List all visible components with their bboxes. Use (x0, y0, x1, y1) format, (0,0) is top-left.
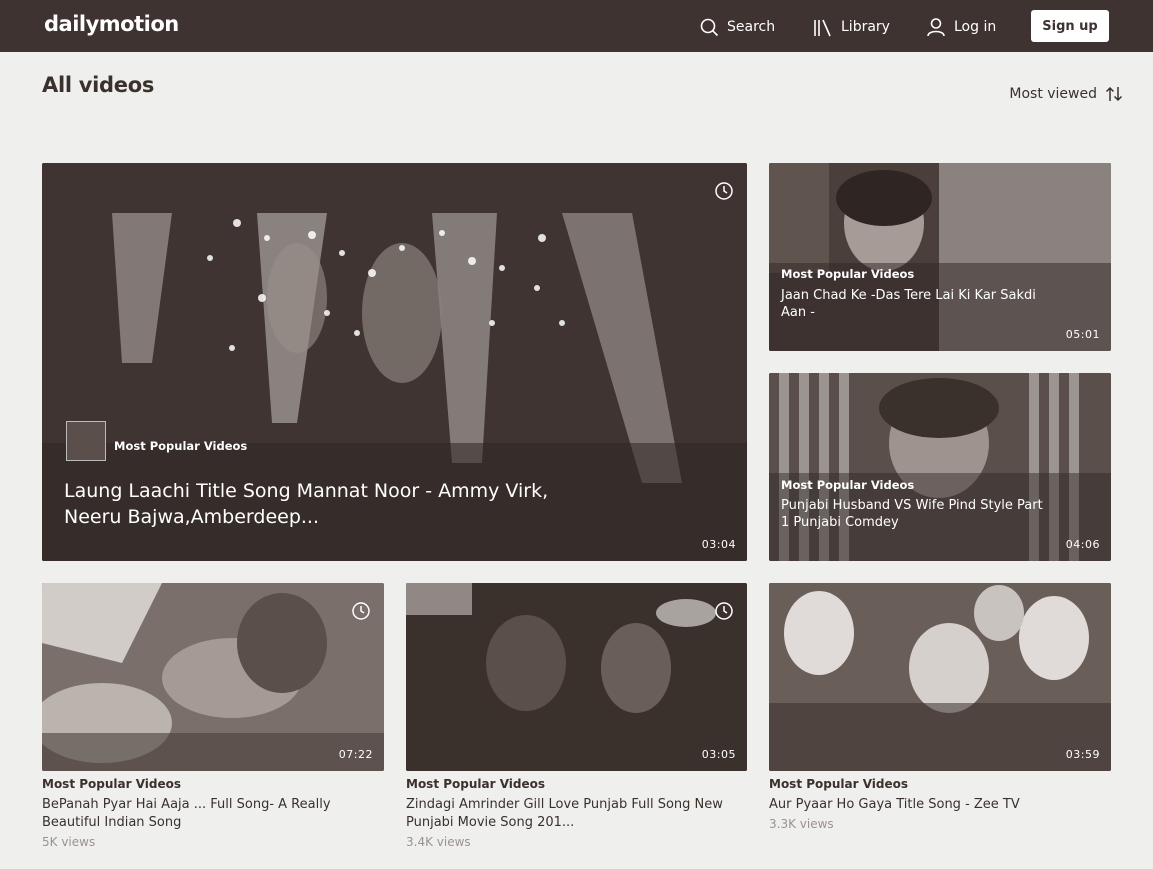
video-title[interactable]: Punjabi Husband VS Wife Pind Style Part … (781, 497, 1051, 531)
library-label: Library (841, 19, 890, 35)
page-title: All videos (42, 73, 155, 97)
video-channel[interactable]: Most Popular Videos (781, 267, 914, 281)
video-title[interactable]: Zindagi Amrinder Gill Love Punjab Full S… (406, 796, 736, 832)
login-label: Log in (954, 19, 997, 35)
video-thumbnail (406, 583, 747, 771)
video-duration: 03:05 (701, 748, 736, 761)
sort-arrows-icon (1105, 86, 1123, 102)
sort-label: Most viewed (1009, 86, 1097, 102)
sort-dropdown[interactable]: Most viewed (1009, 86, 1123, 102)
video-channel[interactable]: Most Popular Videos (781, 478, 914, 492)
grid-video-card[interactable]: 07:22 (42, 583, 384, 771)
grid-video-card[interactable]: 03:05 (406, 583, 747, 771)
video-views: 5K views (42, 835, 96, 849)
video-title[interactable]: BePanah Pyar Hai Aaja ... Full Song- A R… (42, 796, 384, 832)
side-video-card[interactable]: Most Popular Videos Jaan Chad Ke -Das Te… (769, 163, 1111, 351)
video-channel[interactable]: Most Popular Videos (406, 777, 545, 791)
video-duration: 04:06 (1065, 538, 1100, 551)
top-navigation-bar: dailymotion Search Library Log in Sign u… (0, 0, 1153, 52)
video-views: 3.3K views (769, 817, 834, 831)
video-duration: 07:22 (338, 748, 373, 761)
watch-later-icon[interactable] (714, 601, 734, 621)
signup-button[interactable]: Sign up (1031, 10, 1109, 42)
video-title[interactable]: Jaan Chad Ke -Das Tere Lai Ki Kar Sakdi … (781, 287, 1041, 321)
video-thumbnail (42, 583, 384, 771)
video-thumbnail (769, 583, 1111, 771)
search-icon (700, 18, 719, 36)
video-title[interactable]: Aur Pyaar Ho Gaya Title Song - Zee TV (769, 796, 1111, 814)
video-channel[interactable]: Most Popular Videos (42, 777, 181, 791)
video-thumbnail (769, 373, 1111, 561)
video-channel[interactable]: Most Popular Videos (114, 439, 247, 453)
video-views: 3.4K views (406, 835, 471, 849)
search-label: Search (727, 19, 776, 35)
watch-later-icon[interactable] (351, 601, 371, 621)
video-thumbnail (769, 163, 1111, 351)
dailymotion-logo[interactable]: dailymotion (44, 12, 179, 36)
video-duration: 03:04 (701, 538, 736, 551)
library-button[interactable]: Library (813, 14, 890, 40)
grid-video-card[interactable]: 03:59 (769, 583, 1111, 771)
search-button[interactable]: Search (700, 14, 775, 40)
side-video-card[interactable]: Most Popular Videos Punjabi Husband VS W… (769, 373, 1111, 561)
login-button[interactable]: Log in (926, 14, 996, 40)
featured-video-card[interactable]: Most Popular Videos Laung Laachi Title S… (42, 163, 747, 561)
video-channel[interactable]: Most Popular Videos (769, 777, 908, 791)
video-duration: 03:59 (1065, 748, 1100, 761)
video-title[interactable]: Laung Laachi Title Song Mannat Noor - Am… (64, 478, 584, 530)
watch-later-icon[interactable] (714, 181, 734, 201)
channel-avatar[interactable] (66, 421, 106, 461)
user-icon (927, 18, 945, 37)
video-duration: 05:01 (1065, 328, 1100, 341)
library-icon (814, 19, 831, 36)
